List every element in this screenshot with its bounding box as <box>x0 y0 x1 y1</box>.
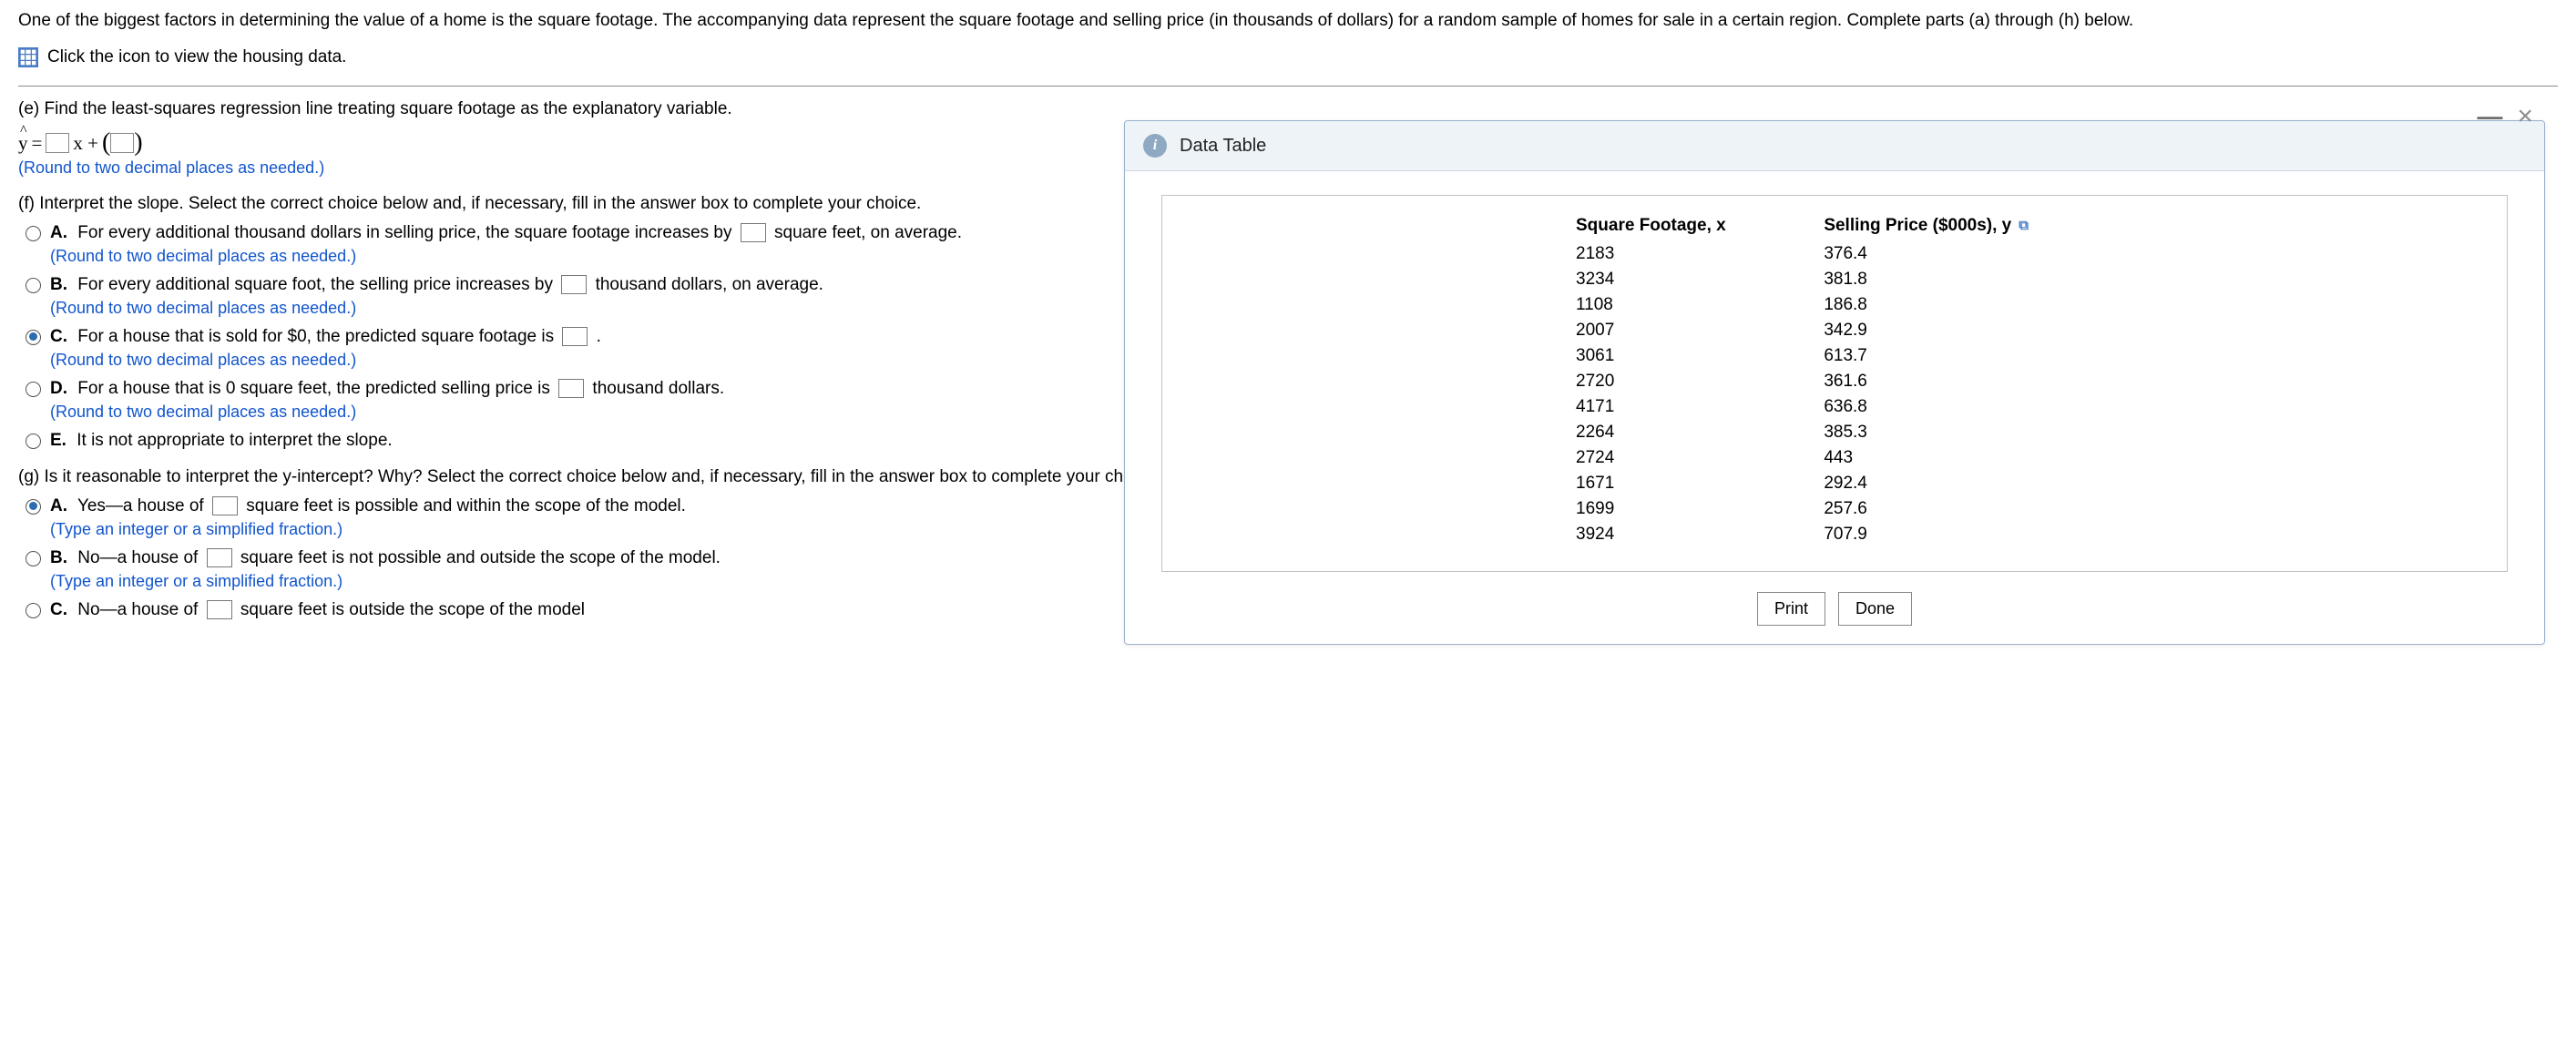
table-row: 2007342.9 <box>1552 318 2117 343</box>
radio-g-a[interactable] <box>26 499 41 515</box>
done-button[interactable]: Done <box>1838 592 1912 626</box>
choice-g-c-text: No—a house of square feet is outside the… <box>77 600 585 619</box>
table-row: 2724443 <box>1552 445 2117 471</box>
popup-header: i Data Table <box>1125 121 2544 171</box>
view-data-label: Click the icon to view the housing data. <box>47 47 346 67</box>
cell-y: 376.4 <box>1800 241 2117 267</box>
close-icon[interactable]: × <box>2517 101 2533 132</box>
info-icon: i <box>1143 134 1167 158</box>
table-row: 1671292.4 <box>1552 471 2117 496</box>
choice-letter: A. <box>50 223 67 242</box>
cell-y: 385.3 <box>1800 420 2117 445</box>
cell-y: 361.6 <box>1800 369 2117 394</box>
divider <box>18 86 2558 87</box>
choice-letter: C. <box>50 327 67 346</box>
fill-f-d[interactable] <box>558 379 584 398</box>
cell-y: 342.9 <box>1800 318 2117 343</box>
radio-g-c[interactable] <box>26 603 41 618</box>
cell-y: 381.8 <box>1800 267 2117 292</box>
fill-f-b[interactable] <box>561 275 587 294</box>
cell-y: 292.4 <box>1800 471 2117 496</box>
view-data-link[interactable]: Click the icon to view the housing data. <box>18 47 2558 67</box>
cell-x: 1108 <box>1552 292 1800 318</box>
fill-g-a[interactable] <box>212 496 238 515</box>
choice-g-b-text: No—a house of square feet is not possibl… <box>77 548 721 567</box>
data-table-popup: — × i Data Table Square Footage, x Selli… <box>1124 120 2545 645</box>
table-row: 1108186.8 <box>1552 292 2117 318</box>
cell-x: 2264 <box>1552 420 1800 445</box>
choice-letter: E. <box>50 431 66 450</box>
data-table: Square Footage, x Selling Price ($000s),… <box>1552 212 2117 547</box>
radio-g-b[interactable] <box>26 551 41 566</box>
choice-f-b-text: For every additional square foot, the se… <box>77 275 823 294</box>
choice-letter: D. <box>50 379 67 398</box>
table-row: 2183376.4 <box>1552 241 2117 267</box>
cell-x: 2724 <box>1552 445 1800 471</box>
cell-y: 186.8 <box>1800 292 2117 318</box>
cell-y: 636.8 <box>1800 394 2117 420</box>
choice-g-a-text: Yes—a house of square feet is possible a… <box>77 496 686 515</box>
fill-g-c[interactable] <box>207 600 232 619</box>
cell-x: 2183 <box>1552 241 1800 267</box>
radio-f-e[interactable] <box>26 434 41 449</box>
problem-intro: One of the biggest factors in determinin… <box>18 9 2558 33</box>
cell-y: 257.6 <box>1800 496 2117 522</box>
cell-x: 3234 <box>1552 267 1800 292</box>
part-e-prompt: (e) Find the least-squares regression li… <box>18 99 2558 119</box>
cell-x: 2007 <box>1552 318 1800 343</box>
table-row: 4171636.8 <box>1552 394 2117 420</box>
choice-letter: C. <box>50 600 67 619</box>
radio-f-b[interactable] <box>26 278 41 293</box>
choice-f-d-text: For a house that is 0 square feet, the p… <box>77 379 724 398</box>
cell-x: 3924 <box>1552 522 1800 547</box>
print-button[interactable]: Print <box>1757 592 1825 626</box>
fill-f-a[interactable] <box>741 223 766 242</box>
choice-f-e-text: It is not appropriate to interpret the s… <box>77 431 392 450</box>
cell-x: 1671 <box>1552 471 1800 496</box>
popup-title: Data Table <box>1180 136 1266 157</box>
table-row: 2720361.6 <box>1552 369 2117 394</box>
cell-x: 2720 <box>1552 369 1800 394</box>
fill-f-c[interactable] <box>562 327 588 346</box>
copy-icon[interactable]: ⧉ <box>2019 218 2029 233</box>
table-row: 3924707.9 <box>1552 522 2117 547</box>
table-row: 3061613.7 <box>1552 343 2117 369</box>
col-header-x: Square Footage, x <box>1552 212 1800 241</box>
choice-letter: B. <box>50 548 67 567</box>
table-icon <box>18 47 38 67</box>
cell-y: 707.9 <box>1800 522 2117 547</box>
table-row: 3234381.8 <box>1552 267 2117 292</box>
table-row: 1699257.6 <box>1552 496 2117 522</box>
data-card: Square Footage, x Selling Price ($000s),… <box>1161 195 2508 572</box>
choice-letter: A. <box>50 496 67 515</box>
fill-g-b[interactable] <box>207 548 232 567</box>
cell-x: 1699 <box>1552 496 1800 522</box>
radio-f-a[interactable] <box>26 226 41 241</box>
choice-f-c-text: For a house that is sold for $0, the pre… <box>77 327 601 346</box>
radio-f-c[interactable] <box>26 330 41 345</box>
choice-f-a-text: For every additional thousand dollars in… <box>77 223 962 242</box>
cell-y: 613.7 <box>1800 343 2117 369</box>
minimize-icon[interactable]: — <box>2477 102 2502 131</box>
choice-letter: B. <box>50 275 67 294</box>
cell-x: 4171 <box>1552 394 1800 420</box>
col-header-y: Selling Price ($000s), y⧉ <box>1800 212 2117 241</box>
table-row: 2264385.3 <box>1552 420 2117 445</box>
cell-y: 443 <box>1800 445 2117 471</box>
slope-input[interactable] <box>46 133 69 153</box>
intercept-input[interactable] <box>110 133 134 153</box>
radio-f-d[interactable] <box>26 382 41 397</box>
cell-x: 3061 <box>1552 343 1800 369</box>
